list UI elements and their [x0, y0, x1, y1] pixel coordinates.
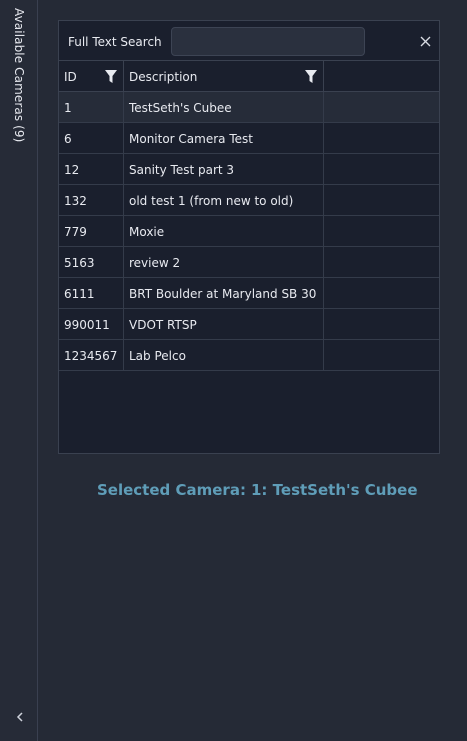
camera-list: 1 TestSeth's Cubee 6 Monitor Camera Test…: [59, 92, 439, 371]
filter-icon[interactable]: [105, 70, 117, 83]
description-cell: Monitor Camera Test: [124, 123, 324, 153]
column-header-empty: [324, 61, 439, 92]
table-row[interactable]: 990011 VDOT RTSP: [59, 309, 439, 340]
description-cell: TestSeth's Cubee: [124, 92, 324, 122]
camera-description: Moxie: [129, 225, 165, 239]
selected-camera-label: Selected Camera:: [97, 481, 246, 499]
camera-description: old test 1 (from new to old): [129, 194, 294, 208]
column-header-id-label: ID: [64, 70, 77, 84]
camera-id: 5163: [64, 256, 95, 270]
description-cell: BRT Boulder at Maryland SB 30: [124, 278, 324, 308]
camera-id: 1: [64, 101, 72, 115]
close-icon: [420, 36, 430, 46]
available-cameras-title: Available Cameras (9): [12, 8, 26, 143]
empty-cell: [324, 185, 439, 215]
description-cell: Sanity Test part 3: [124, 154, 324, 184]
table-row[interactable]: 779 Moxie: [59, 216, 439, 247]
table-row[interactable]: 5163 review 2: [59, 247, 439, 278]
camera-description: TestSeth's Cubee: [129, 101, 232, 115]
search-input[interactable]: [171, 27, 365, 56]
table-row[interactable]: 132 old test 1 (from new to old): [59, 185, 439, 216]
description-cell: Lab Pelco: [124, 340, 324, 370]
camera-id: 990011: [64, 318, 110, 332]
camera-description: review 2: [129, 256, 181, 270]
id-cell: 1234567: [59, 340, 124, 370]
camera-description: BRT Boulder at Maryland SB 30: [129, 287, 317, 301]
side-rail: Available Cameras (9): [0, 0, 38, 741]
selected-camera-info: Selected Camera: 1: TestSeth's Cubee: [97, 481, 418, 499]
camera-description: Monitor Camera Test: [129, 132, 253, 146]
empty-cell: [324, 247, 439, 277]
empty-cell: [324, 278, 439, 308]
column-header-id[interactable]: ID: [59, 61, 124, 92]
id-cell: 990011: [59, 309, 124, 339]
camera-id: 12: [64, 163, 80, 177]
collapse-button[interactable]: [12, 709, 28, 725]
camera-id: 132: [64, 194, 87, 208]
camera-id: 6: [64, 132, 72, 146]
id-cell: 6111: [59, 278, 124, 308]
column-header-description[interactable]: Description: [124, 61, 324, 92]
camera-panel: Full Text Search ID Description 1 TestSe…: [58, 20, 440, 454]
id-cell: 12: [59, 154, 124, 184]
camera-description: Sanity Test part 3: [129, 163, 235, 177]
id-cell: 5163: [59, 247, 124, 277]
table-row[interactable]: 12 Sanity Test part 3: [59, 154, 439, 185]
table-row[interactable]: 1 TestSeth's Cubee: [59, 92, 439, 123]
camera-id: 1234567: [64, 349, 118, 363]
id-cell: 132: [59, 185, 124, 215]
empty-cell: [324, 154, 439, 184]
empty-cell: [324, 123, 439, 153]
empty-cell: [324, 216, 439, 246]
empty-cell: [324, 309, 439, 339]
table-row[interactable]: 6111 BRT Boulder at Maryland SB 30: [59, 278, 439, 309]
description-cell: review 2: [124, 247, 324, 277]
grid-header: ID Description: [59, 61, 439, 92]
chevron-left-icon: [16, 712, 23, 722]
close-button[interactable]: [417, 33, 433, 49]
table-row[interactable]: 1234567 Lab Pelco: [59, 340, 439, 371]
description-cell: old test 1 (from new to old): [124, 185, 324, 215]
column-header-description-label: Description: [129, 70, 198, 84]
camera-description: VDOT RTSP: [129, 318, 197, 332]
description-cell: VDOT RTSP: [124, 309, 324, 339]
camera-description: Lab Pelco: [129, 349, 186, 363]
id-cell: 1: [59, 92, 124, 122]
search-label: Full Text Search: [68, 35, 162, 49]
filter-icon[interactable]: [305, 70, 317, 83]
search-bar: Full Text Search: [59, 21, 439, 61]
id-cell: 6: [59, 123, 124, 153]
description-cell: Moxie: [124, 216, 324, 246]
camera-id: 779: [64, 225, 87, 239]
selected-camera-value: 1: TestSeth's Cubee: [251, 481, 418, 499]
id-cell: 779: [59, 216, 124, 246]
empty-cell: [324, 340, 439, 370]
table-row[interactable]: 6 Monitor Camera Test: [59, 123, 439, 154]
camera-id: 6111: [64, 287, 95, 301]
empty-cell: [324, 92, 439, 122]
